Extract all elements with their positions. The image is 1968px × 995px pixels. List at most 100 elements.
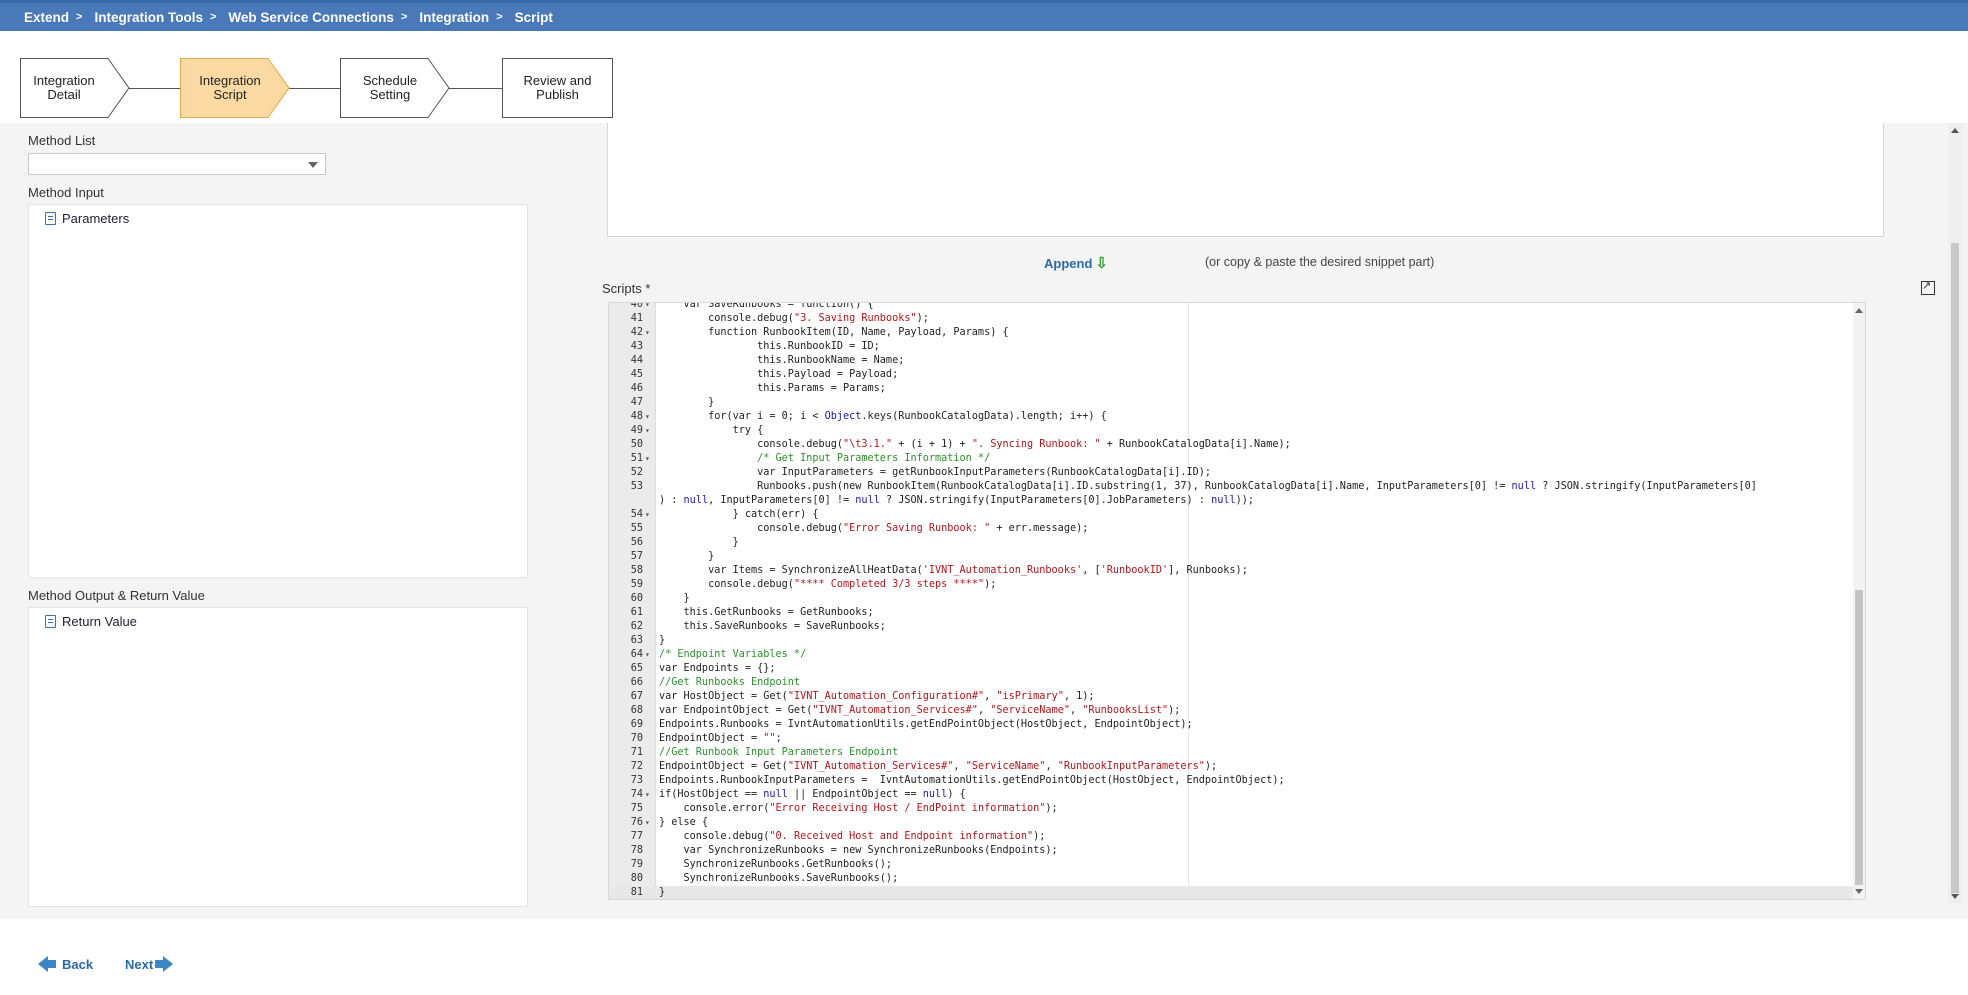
code-text: /* Endpoint Variables */ [659, 649, 807, 660]
fold-arrow-icon[interactable]: ▾ [645, 303, 650, 312]
code-text: SynchronizeRunbooks.SaveRunbooks(); [659, 873, 899, 884]
line-number: 44 [630, 355, 643, 366]
line-number: 70 [630, 733, 643, 744]
line-number: 46 [630, 383, 643, 394]
code-text: this.Params = Params; [659, 383, 886, 394]
code-line: 72 EndpointObject = Get("IVNT_Automation_… [609, 760, 1865, 774]
breadcrumb-script: Script [514, 9, 553, 25]
code-line: 79 SynchronizeRunbooks.GetRunbooks(); [609, 858, 1865, 872]
code-text: var SaveRunbooks = function() { [659, 302, 874, 310]
code-line: 62 this.SaveRunbooks = SaveRunbooks; [609, 620, 1865, 634]
code-text: Runbooks.push(new RunbookItem(RunbookCat… [659, 481, 1757, 492]
fold-arrow-icon[interactable]: ▾ [645, 816, 650, 830]
code-text: console.debug("3. Saving Runbooks"); [659, 313, 929, 324]
fold-arrow-icon[interactable]: ▾ [645, 452, 650, 466]
line-number: 61 [630, 607, 643, 618]
code-text: console.error("Error Receiving Host / En… [659, 803, 1058, 814]
line-number: 55 [630, 523, 643, 534]
code-text: this.GetRunbooks = GetRunbooks; [659, 607, 874, 618]
breadcrumb-integration-tools[interactable]: Integration Tools > [94, 10, 228, 25]
step-label: Integration Detail [33, 73, 95, 102]
line-number: 43 [630, 341, 643, 352]
code-line: 55 console.debug("Error Saving Runbook: … [609, 522, 1865, 536]
line-number: 73 [630, 775, 643, 786]
line-number: 54 [630, 509, 643, 520]
line-number: 77 [630, 831, 643, 842]
code-line: 47 } [609, 396, 1865, 410]
expand-icon[interactable] [1921, 279, 1935, 295]
code-text: } catch(err) { [659, 509, 819, 520]
code-text: //Get Runbook Input Parameters Endpoint [659, 747, 899, 758]
code-line: 53 Runbooks.push(new RunbookItem(Runbook… [609, 480, 1865, 494]
breadcrumb-web-service-connections[interactable]: Web Service Connections > [228, 10, 419, 25]
code-text: this.RunbookID = ID; [659, 341, 880, 352]
code-text: var InputParameters = getRunbookInputPar… [659, 467, 1212, 478]
code-text: } [659, 593, 690, 604]
code-text: ) : null, InputParameters[0] != null ? J… [659, 495, 1255, 506]
code-text: console.debug("Error Saving Runbook: " +… [659, 523, 1089, 534]
code-text: if(HostObject == null || EndpointObject … [659, 789, 966, 800]
tree-item-return-value[interactable]: Return Value [45, 614, 137, 629]
line-number: 71 [630, 747, 643, 758]
fold-arrow-icon[interactable]: ▾ [645, 326, 650, 340]
page-scrollbar[interactable] [1948, 123, 1962, 903]
code-text: SynchronizeRunbooks.GetRunbooks(); [659, 859, 893, 870]
chevron-right-icon: > [76, 11, 83, 23]
code-line: 52 var InputParameters = getRunbookInput… [609, 466, 1865, 480]
editor-scroll-thumb[interactable] [1855, 590, 1863, 885]
code-line: 54 ▾ } catch(err) { [609, 508, 1865, 522]
wizard-steps: Integration Detail Integration Script Sche… [20, 58, 620, 118]
code-text: } else { [659, 817, 709, 828]
code-text: var HostObject = Get("IVNT_Automation_Co… [659, 691, 1095, 702]
line-number: 59 [630, 579, 643, 590]
scroll-down-icon[interactable] [1855, 889, 1863, 894]
line-number: 45 [630, 369, 643, 380]
script-editor[interactable]: 40 ▾ var SaveRunbooks = function() {41 co… [608, 302, 1866, 900]
fold-arrow-icon[interactable]: ▾ [645, 424, 650, 438]
method-list-select[interactable] [28, 153, 326, 175]
code-text: function RunbookItem(ID, Name, Payload, … [659, 327, 1009, 338]
line-number: 52 [630, 467, 643, 478]
line-number: 42 [630, 327, 643, 338]
code-text: var SynchronizeRunbooks = new Synchroniz… [659, 845, 1058, 856]
code-text: var EndpointObject = Get("IVNT_Automatio… [659, 705, 1181, 716]
line-number: 56 [630, 537, 643, 548]
scroll-up-icon[interactable] [1855, 308, 1863, 313]
fold-arrow-icon[interactable]: ▾ [645, 508, 650, 522]
wizard-step-schedule-setting[interactable]: Schedule Setting [340, 58, 450, 118]
line-number: 41 [630, 313, 643, 324]
fold-arrow-icon[interactable]: ▾ [645, 410, 650, 424]
code-line: 60 } [609, 592, 1865, 606]
page-scroll-thumb[interactable] [1951, 243, 1959, 893]
snippet-box[interactable] [607, 123, 1884, 237]
chevron-right-icon: > [496, 11, 503, 23]
breadcrumb-extend[interactable]: Extend > [24, 10, 94, 25]
line-number: 68 [630, 705, 643, 716]
arrow-left-icon [38, 956, 48, 972]
tree-item-parameters[interactable]: Parameters [45, 211, 129, 226]
scroll-up-icon[interactable] [1951, 128, 1959, 133]
wizard-step-review-and-publish[interactable]: Review and Publish [502, 58, 614, 118]
code-text: /* Get Input Parameters Information */ [659, 453, 991, 464]
fold-arrow-icon[interactable]: ▾ [645, 648, 650, 662]
back-button[interactable]: Back [26, 944, 106, 984]
breadcrumb-integration[interactable]: Integration > [419, 10, 514, 25]
append-button[interactable]: Append ⇩ [1044, 254, 1108, 272]
code-line: 68 var EndpointObject = Get("IVNT_Automat… [609, 704, 1865, 718]
code-line: 77 console.debug("0. Received Host and E… [609, 830, 1865, 844]
line-number: 79 [630, 859, 643, 870]
fold-arrow-icon[interactable]: ▾ [645, 788, 650, 802]
editor-scrollbar[interactable] [1853, 303, 1865, 899]
line-number: 53 [630, 481, 643, 492]
code-line: 51 ▾ /* Get Input Parameters Information … [609, 452, 1865, 466]
wizard-step-integration-detail[interactable]: Integration Detail [20, 58, 130, 118]
line-number: 58 [630, 565, 643, 576]
scroll-down-icon[interactable] [1951, 894, 1959, 899]
next-button[interactable]: Next [113, 944, 186, 984]
code-line: 45 this.Payload = Payload; [609, 368, 1865, 382]
line-number: 49 [630, 425, 643, 436]
code-line: 75 console.error("Error Receiving Host /… [609, 802, 1865, 816]
line-number: 78 [630, 845, 643, 856]
wizard-step-integration-script[interactable]: Integration Script [180, 58, 290, 118]
line-number: 69 [630, 719, 643, 730]
